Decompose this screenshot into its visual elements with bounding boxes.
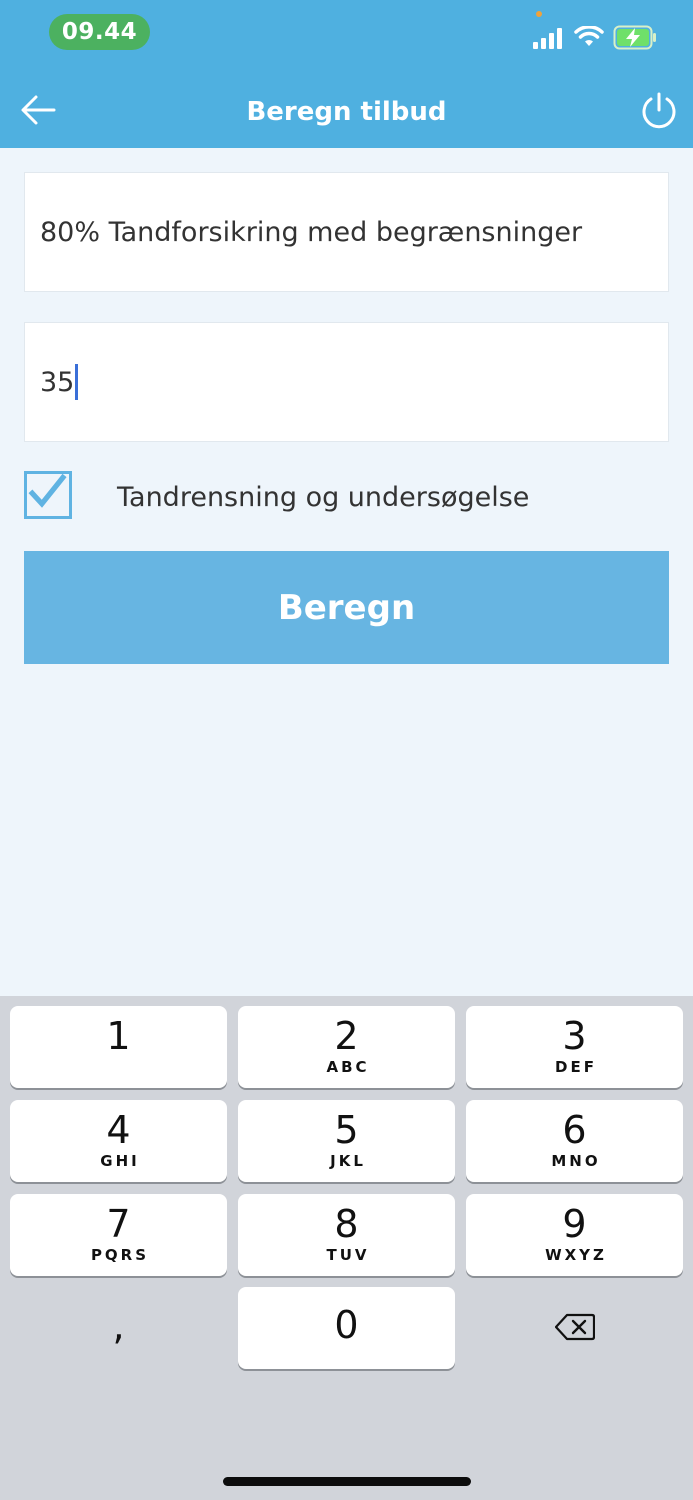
- key-letters: ABC: [326, 1058, 370, 1076]
- key-letters: JKL: [330, 1152, 366, 1170]
- backspace-icon: [554, 1313, 595, 1341]
- cellular-signal-icon: [533, 28, 562, 49]
- home-indicator: [223, 1477, 471, 1486]
- key-8[interactable]: 8 TUV: [238, 1194, 455, 1276]
- key-letters: TUV: [326, 1246, 370, 1264]
- cleaning-checkbox[interactable]: [24, 471, 72, 519]
- key-6[interactable]: 6 MNO: [466, 1100, 683, 1182]
- privacy-indicator: [536, 11, 542, 17]
- key-number: 5: [334, 1108, 359, 1152]
- status-time: 09.44: [49, 14, 150, 50]
- key-4[interactable]: 4 GHI: [10, 1100, 227, 1182]
- cleaning-checkbox-label[interactable]: Tandrensning og undersøgelse: [117, 482, 529, 513]
- key-letters: PQRS: [90, 1246, 150, 1264]
- checkmark-icon: [28, 474, 67, 508]
- key-letters: WXYZ: [545, 1246, 607, 1264]
- key-2[interactable]: 2 ABC: [238, 1006, 455, 1088]
- key-number: ,: [112, 1304, 125, 1348]
- page-title: Beregn tilbud: [246, 97, 447, 127]
- power-icon[interactable]: [638, 90, 680, 132]
- key-number: 1: [106, 1014, 131, 1058]
- age-input-value: 35: [40, 366, 75, 398]
- key-number: 6: [562, 1108, 587, 1152]
- key-number: 9: [562, 1202, 587, 1246]
- key-letters: DEF: [555, 1058, 597, 1076]
- wifi-icon: [574, 26, 604, 46]
- key-letters: GHI: [100, 1152, 140, 1170]
- insurance-plan-value: 80% Tandforsikring med begrænsninger: [40, 216, 583, 248]
- key-7[interactable]: 7 PQRS: [10, 1194, 227, 1276]
- key-number: 2: [334, 1014, 359, 1058]
- insurance-plan-select[interactable]: 80% Tandforsikring med begrænsninger: [24, 172, 669, 292]
- key-9[interactable]: 9 WXYZ: [466, 1194, 683, 1276]
- key-1[interactable]: 1: [10, 1006, 227, 1088]
- delete-key[interactable]: [466, 1286, 683, 1368]
- text-cursor: [75, 364, 79, 400]
- key-5[interactable]: 5 JKL: [238, 1100, 455, 1182]
- key-letters: MNO: [551, 1152, 601, 1170]
- key-number: 7: [106, 1202, 131, 1246]
- key-number: 0: [334, 1303, 359, 1347]
- key-0[interactable]: 0: [238, 1287, 455, 1369]
- key-number: 4: [106, 1108, 131, 1152]
- calculate-button[interactable]: Beregn: [24, 551, 669, 664]
- age-input[interactable]: 35: [24, 322, 669, 442]
- numeric-keypad: 1 2 ABC 3 DEF 4 GHI 5 JKL 6 MNO 7 PQRS 8…: [0, 996, 693, 1500]
- key-comma[interactable]: ,: [10, 1286, 227, 1368]
- app-header: 09.44 Beregn tilbud: [0, 0, 693, 148]
- key-number: 3: [562, 1014, 587, 1058]
- key-3[interactable]: 3 DEF: [466, 1006, 683, 1088]
- key-number: 8: [334, 1202, 359, 1246]
- battery-charging-icon: [613, 25, 656, 50]
